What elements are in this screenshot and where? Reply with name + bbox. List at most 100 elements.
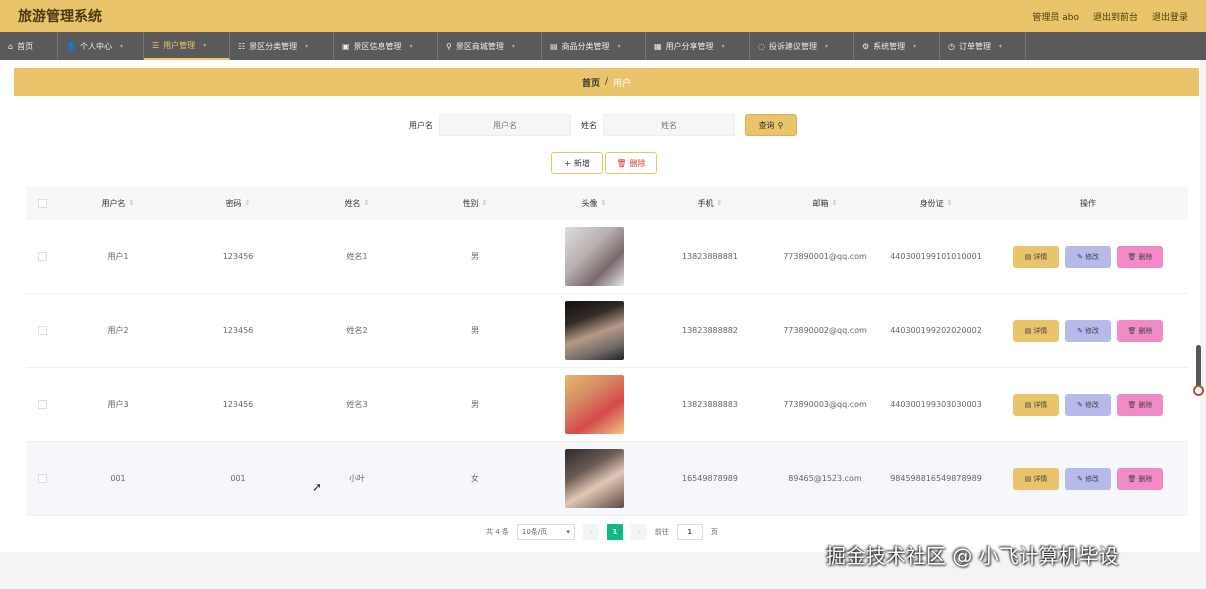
search-bar: 用户名 姓名 查询⚲ <box>0 114 1206 136</box>
row-checkbox[interactable] <box>26 400 58 409</box>
username-input[interactable] <box>439 114 571 136</box>
row-actions: ▤ 详情 ✎ 修改 🗑 删除 <box>988 393 1188 416</box>
add-button[interactable]: + 新增 <box>551 152 603 174</box>
trash-icon: 🗑 <box>1127 252 1137 261</box>
page-size-select[interactable]: 10条/页 ▾ <box>516 524 575 540</box>
name-input[interactable] <box>603 114 735 136</box>
nav-user-management[interactable]: ☰ 用户管理 ▾ <box>144 32 230 60</box>
home-icon: ⌂ <box>8 41 14 51</box>
detail-button[interactable]: ▤ 详情 <box>1013 319 1059 342</box>
detail-button[interactable]: ▤ 详情 <box>1013 245 1059 268</box>
sort-icon: ⇕ <box>128 199 135 207</box>
chat-icon: ◌ <box>758 41 765 51</box>
batch-delete-button[interactable]: 🗑 删除 <box>605 152 657 174</box>
cell-username: 用户3 <box>107 400 129 409</box>
pager-total: 共 4 条 <box>486 528 509 536</box>
admin-label: 管理员 abo <box>1032 12 1079 23</box>
menu-icon: ☷ <box>238 41 246 51</box>
header-sex[interactable]: 性别 ⇕ <box>416 198 534 209</box>
trash-icon: 🗑 <box>1127 326 1137 335</box>
goto-page-input[interactable] <box>676 524 703 540</box>
chevron-down-icon: ▾ <box>721 42 725 50</box>
order-icon: ◷ <box>948 41 955 51</box>
search-icon: ⚲ <box>777 120 784 130</box>
scroll-handle[interactable] <box>1193 385 1204 396</box>
nav-home[interactable]: ⌂ 首页 <box>0 32 58 60</box>
chevron-down-icon: ▾ <box>305 42 309 50</box>
avatar[interactable] <box>564 301 624 360</box>
detail-button[interactable]: ▤ 详情 <box>1013 467 1059 490</box>
table-row: 001 001 小叶 女 16549878989 89465@1523.com … <box>26 442 1188 516</box>
delete-button[interactable]: 🗑 删除 <box>1117 245 1163 268</box>
delete-button[interactable]: 🗑 删除 <box>1117 319 1163 342</box>
sort-icon: ⇕ <box>481 199 488 207</box>
breadcrumb-home[interactable]: 首页 <box>582 76 600 89</box>
header-avatar[interactable]: 头像 ⇕ <box>534 198 654 209</box>
cell-avatar <box>534 375 654 434</box>
nav-complaint[interactable]: ◌ 投诉建议管理 ▾ <box>750 32 854 60</box>
header-operations: 操作 <box>1080 198 1096 208</box>
header-name[interactable]: 姓名 ⇕ <box>298 198 416 209</box>
delete-button[interactable]: 🗑 删除 <box>1117 467 1163 490</box>
delete-button[interactable]: 🗑 删除 <box>1117 393 1163 416</box>
chevron-left-icon: ‹ <box>589 528 593 536</box>
setting-icon: ⚙ <box>862 41 870 51</box>
edit-icon: ✎ <box>1077 326 1083 335</box>
avatar[interactable] <box>564 227 624 286</box>
prev-page-button[interactable]: ‹ <box>582 524 599 540</box>
cell-password: 123456 <box>222 252 254 261</box>
edit-button[interactable]: ✎ 修改 <box>1065 393 1111 416</box>
logout-link[interactable]: 退出登录 <box>1152 10 1188 23</box>
header-phone[interactable]: 手机 ⇕ <box>654 198 766 209</box>
page-unit-label: 页 <box>710 528 718 536</box>
next-page-button[interactable]: › <box>630 524 647 540</box>
sort-icon: ⇕ <box>244 199 251 207</box>
row-actions: ▤ 详情 ✎ 修改 🗑 删除 <box>988 245 1188 268</box>
row-actions: ▤ 详情 ✎ 修改 🗑 删除 <box>988 319 1188 342</box>
nav-scenic-mall[interactable]: ⚲ 景区商城管理 ▾ <box>438 32 542 60</box>
nav-scenic-category[interactable]: ☷ 景区分类管理 ▾ <box>230 32 334 60</box>
chevron-down-icon: ▾ <box>203 41 207 49</box>
cell-password: 123456 <box>222 400 254 409</box>
sort-icon: ⇕ <box>831 199 838 207</box>
chevron-down-icon: ▾ <box>913 42 917 50</box>
table-row: 用户2 123456 姓名2 男 13823888882 773890002@q… <box>26 294 1188 368</box>
avatar[interactable] <box>564 449 624 508</box>
row-checkbox[interactable] <box>26 252 58 261</box>
cell-sex: 男 <box>471 400 479 409</box>
page-number-current[interactable]: 1 <box>606 524 623 540</box>
nav-order[interactable]: ◷ 订单管理 ▾ <box>940 32 1026 60</box>
detail-button[interactable]: ▤ 详情 <box>1013 393 1059 416</box>
select-all-checkbox[interactable] <box>26 198 58 208</box>
row-checkbox[interactable] <box>26 474 58 483</box>
cell-phone: 13823888881 <box>682 252 738 261</box>
trash-icon: 🗑 <box>616 158 627 168</box>
header-idcard[interactable]: 身份证 ⇕ <box>884 198 988 209</box>
chevron-down-icon: ▾ <box>617 42 621 50</box>
row-checkbox[interactable] <box>26 326 58 335</box>
table-header: 用户名 ⇕ 密码 ⇕ 姓名 ⇕ 性别 ⇕ 头像 ⇕ 手机 ⇕ 邮箱 ⇕ 身份证 ⇕ 操作 <box>26 186 1188 220</box>
nav-scenic-info[interactable]: ▣ 景区信息管理 ▾ <box>334 32 438 60</box>
table-row: 用户3 123456 姓名3 男 13823888883 773890003@q… <box>26 368 1188 442</box>
cell-email: 773890003@qq.com <box>783 400 867 409</box>
nav-user-share[interactable]: ▦ 用户分享管理 ▾ <box>646 32 750 60</box>
action-bar: + 新增 🗑 删除 <box>551 152 657 174</box>
header-username[interactable]: 用户名 ⇕ <box>58 198 178 209</box>
cell-password: 123456 <box>222 326 254 335</box>
cell-name: 姓名1 <box>346 252 368 261</box>
avatar[interactable] <box>564 375 624 434</box>
nav-system[interactable]: ⚙ 系统管理 ▾ <box>854 32 940 60</box>
edit-button[interactable]: ✎ 修改 <box>1065 245 1111 268</box>
header-password[interactable]: 密码 ⇕ <box>178 198 298 209</box>
query-button[interactable]: 查询 ⚲ <box>745 114 797 136</box>
edit-button[interactable]: ✎ 修改 <box>1065 319 1111 342</box>
edit-button[interactable]: ✎ 修改 <box>1065 467 1111 490</box>
username-label: 用户名 <box>409 120 433 130</box>
to-front-link[interactable]: 退出到前台 <box>1093 10 1138 23</box>
cell-email: 773890002@qq.com <box>783 326 867 335</box>
nav-goods-category[interactable]: ▤ 商品分类管理 ▾ <box>542 32 646 60</box>
nav-profile[interactable]: 👤 个人中心 ▾ <box>58 32 144 60</box>
header-email[interactable]: 邮箱 ⇕ <box>766 198 884 209</box>
breadcrumb-current: 用户 <box>613 78 632 89</box>
trash-icon: 🗑 <box>1127 474 1137 483</box>
